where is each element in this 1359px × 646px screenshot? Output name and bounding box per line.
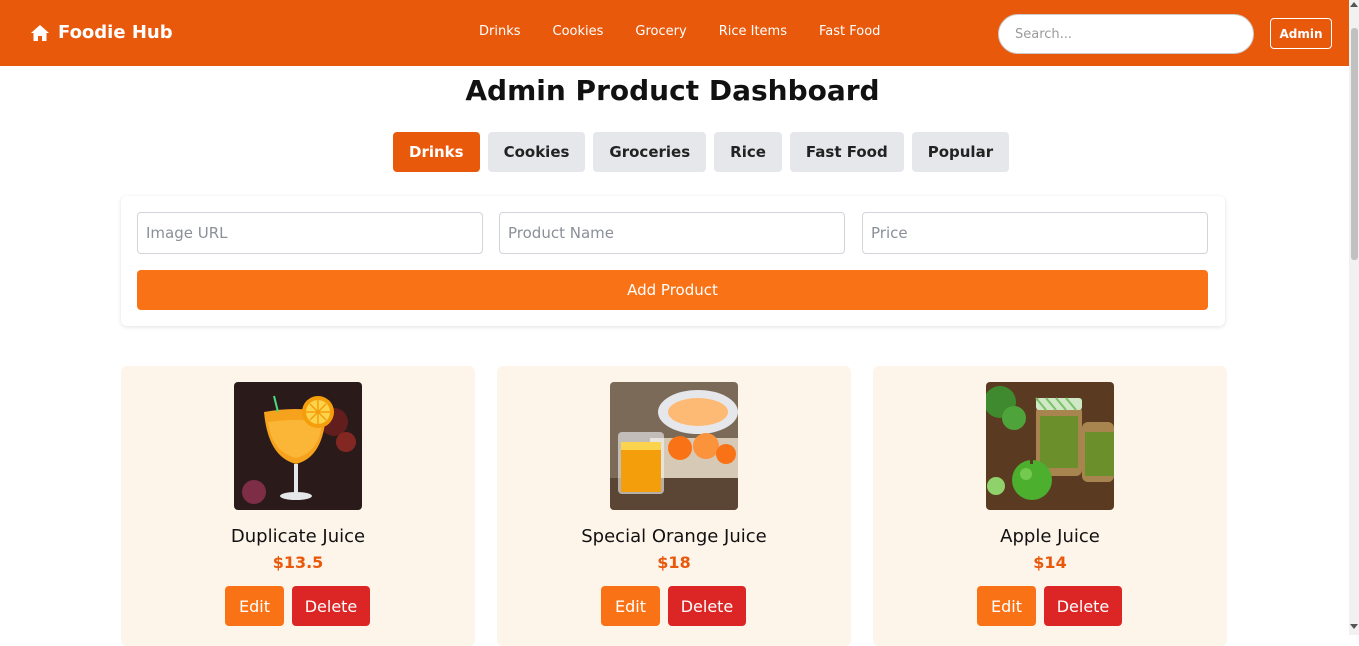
green-apple-juice-jars-image (986, 382, 1114, 510)
brand-name: Foodie Hub (58, 22, 173, 43)
nav-link-cookies[interactable]: Cookies (553, 24, 604, 39)
product-name: Special Orange Juice (581, 526, 767, 547)
product-card: Special Orange Juice $18 Edit Delete (497, 366, 851, 646)
scroll-thumb[interactable] (1351, 28, 1358, 260)
nav-link-fast-food[interactable]: Fast Food (819, 24, 880, 39)
page-scrollbar[interactable] (1349, 0, 1359, 635)
product-name-field[interactable] (499, 212, 845, 254)
product-image (986, 382, 1114, 510)
add-product-form: Add Product (121, 196, 1225, 326)
tab-fast-food[interactable]: Fast Food (789, 132, 904, 172)
delete-button[interactable]: Delete (668, 586, 746, 626)
tab-rice[interactable]: Rice (714, 132, 782, 172)
product-price: $13.5 (272, 553, 324, 572)
orange-cocktail-image (234, 382, 362, 510)
admin-button[interactable]: Admin (1270, 18, 1332, 49)
orange-juice-glass-image (610, 382, 738, 510)
nav-links: Drinks Cookies Grocery Rice Items Fast F… (479, 24, 912, 39)
edit-button[interactable]: Edit (977, 586, 1036, 626)
home-icon (31, 24, 49, 41)
product-name: Duplicate Juice (230, 526, 366, 547)
product-image (234, 382, 362, 510)
product-name: Apple Juice (1000, 526, 1100, 547)
brand-logo[interactable]: Foodie Hub (30, 22, 173, 43)
product-image (610, 382, 738, 510)
scroll-up-arrow-icon[interactable] (1350, 2, 1358, 7)
product-price: $18 (657, 553, 691, 572)
product-card: Apple Juice $14 Edit Delete (873, 366, 1227, 646)
scroll-down-arrow-icon[interactable] (1350, 624, 1358, 629)
navbar: Foodie Hub Drinks Cookies Grocery Rice I… (0, 0, 1349, 66)
tab-cookies[interactable]: Cookies (487, 132, 586, 172)
tab-popular[interactable]: Popular (911, 132, 1010, 172)
search-input[interactable] (998, 14, 1254, 54)
tab-drinks[interactable]: Drinks (393, 132, 480, 172)
price-field[interactable] (862, 212, 1208, 254)
edit-button[interactable]: Edit (601, 586, 660, 626)
edit-button[interactable]: Edit (225, 586, 284, 626)
image-url-field[interactable] (137, 212, 483, 254)
delete-button[interactable]: Delete (292, 586, 370, 626)
category-tabs: Drinks Cookies Groceries Rice Fast Food … (393, 132, 1017, 172)
page-title: Admin Product Dashboard (465, 74, 880, 107)
nav-link-rice-items[interactable]: Rice Items (719, 24, 787, 39)
product-price: $14 (1033, 553, 1067, 572)
product-card: Duplicate Juice $13.5 Edit Delete (121, 366, 475, 646)
nav-link-drinks[interactable]: Drinks (479, 24, 521, 39)
add-product-button[interactable]: Add Product (137, 270, 1208, 310)
delete-button[interactable]: Delete (1044, 586, 1122, 626)
nav-link-grocery[interactable]: Grocery (635, 24, 686, 39)
tab-groceries[interactable]: Groceries (593, 132, 707, 172)
